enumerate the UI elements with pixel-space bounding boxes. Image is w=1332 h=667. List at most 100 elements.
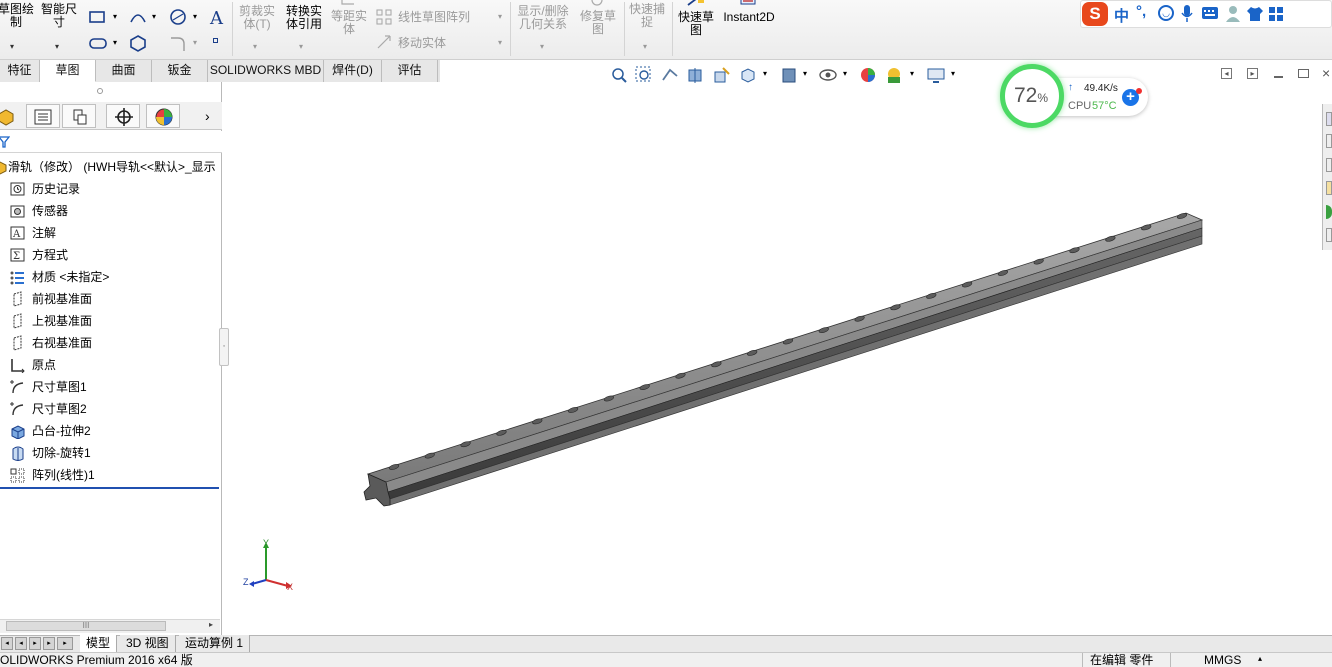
point-icon[interactable] (213, 38, 218, 43)
pane-right-icon[interactable]: ▸ (1247, 68, 1258, 79)
trim-entities-button[interactable]: 剪裁实 体(T) (236, 5, 278, 31)
tree-item[interactable]: 阵列(线性)1 (0, 464, 220, 486)
tree-item[interactable]: 前视基准面 (0, 288, 220, 310)
offset-entities-button[interactable]: 等距实 体 (328, 10, 370, 36)
repair-sketch-icon[interactable] (588, 0, 606, 8)
dimxpert-icon[interactable] (114, 107, 134, 127)
show-delete-relations-button[interactable]: 显示/删除 几何关系 (514, 5, 572, 31)
tree-item[interactable]: 尺寸草图2 (0, 398, 220, 420)
rapid-sketch-icon[interactable] (686, 0, 706, 8)
unit-system-selector[interactable]: MMGS (1204, 653, 1241, 667)
dropdown-arrow-icon[interactable]: ▾ (113, 12, 117, 21)
expand-chevron-icon[interactable]: › (205, 108, 210, 124)
dropdown-arrow-icon[interactable]: ▾ (498, 38, 502, 47)
rapid-sketch-button[interactable]: 快速草 图 (676, 11, 716, 37)
view-orientation-icon[interactable] (739, 66, 757, 84)
task-pane-explorer-icon[interactable] (1326, 181, 1332, 195)
tree-item[interactable]: Σ 方程式 (0, 244, 220, 266)
punctuation-icon[interactable]: °, (1136, 3, 1146, 20)
tree-item[interactable]: 右视基准面 (0, 332, 220, 354)
tree-item[interactable]: 切除-旋转1 (0, 442, 220, 464)
section-view-icon[interactable] (687, 66, 705, 84)
dropdown-arrow-icon[interactable]: ▾ (763, 69, 767, 78)
task-pane-properties-icon[interactable] (1326, 228, 1332, 242)
text-icon[interactable]: A (208, 6, 228, 28)
dropdown-arrow-icon[interactable]: ▾ (55, 42, 59, 51)
dropdown-arrow-icon[interactable]: ▾ (299, 42, 303, 51)
fillet-icon[interactable] (168, 34, 188, 52)
task-pane-home-icon[interactable] (1326, 112, 1332, 126)
close-icon[interactable]: × (1322, 65, 1330, 81)
dropdown-arrow-icon[interactable]: ▾ (498, 12, 502, 21)
instant2d-icon[interactable] (739, 0, 759, 8)
tab-scroll-next-icon[interactable]: ▸ (29, 637, 41, 650)
tree-item[interactable]: 历史记录 (0, 178, 220, 200)
slot-icon[interactable] (88, 35, 108, 51)
tab-surfaces[interactable]: 曲面 (96, 60, 152, 82)
convert-entities-button[interactable]: 转换实 体引用 (282, 5, 326, 31)
feature-manager-tab-icon[interactable] (0, 106, 16, 126)
tab-sheet-metal[interactable]: 钣金 (152, 60, 208, 82)
panel-collapse-handle[interactable]: ◦ (219, 328, 229, 366)
unit-dropdown-arrow-icon[interactable]: ▴ (1258, 654, 1262, 663)
rollback-bar[interactable] (0, 487, 219, 489)
zoom-to-fit-icon[interactable] (610, 66, 628, 84)
dropdown-arrow-icon[interactable]: ▾ (540, 42, 544, 51)
property-manager-icon[interactable] (33, 108, 53, 126)
tab-scroll-first-icon[interactable]: ◂ (1, 637, 13, 650)
sogou-logo-icon[interactable]: S (1082, 2, 1108, 26)
polygon-icon[interactable] (128, 34, 148, 52)
display-manager-icon[interactable] (154, 107, 174, 127)
scroll-right-arrow-icon[interactable]: ▸ (209, 620, 213, 629)
dropdown-arrow-icon[interactable]: ▾ (10, 42, 14, 51)
dropdown-arrow-icon[interactable]: ▾ (193, 38, 197, 47)
tab-scroll-last-icon[interactable]: ▸ (43, 637, 55, 650)
tab-motion-study[interactable]: 运动算例 1 (179, 635, 251, 652)
arc-icon[interactable] (128, 8, 148, 26)
system-monitor-widget[interactable]: 72% ↑ 49.4K/s CPU 57°C + (1000, 64, 1150, 128)
dropdown-arrow-icon[interactable]: ▾ (152, 12, 156, 21)
linear-sketch-pattern-button[interactable]: 线性草图阵列 (398, 11, 470, 24)
tree-item[interactable]: 尺寸草图1 (0, 376, 220, 398)
configuration-manager-icon[interactable] (71, 108, 89, 126)
move-entities-icon[interactable] (375, 33, 395, 51)
linear-pattern-icon[interactable] (375, 8, 395, 26)
tree-item[interactable]: 凸台-拉伸2 (0, 420, 220, 442)
dropdown-arrow-icon[interactable]: ▾ (803, 69, 807, 78)
move-entities-button[interactable]: 移动实体 (398, 37, 446, 50)
tab-sketch[interactable]: 草图 (40, 60, 96, 82)
dropdown-arrow-icon[interactable]: ▾ (951, 69, 955, 78)
emoji-icon[interactable]: ◡ (1158, 5, 1174, 21)
sketch-draw-button[interactable]: 草图绘 制 (0, 3, 36, 29)
zoom-to-area-icon[interactable] (635, 66, 653, 84)
tree-item[interactable]: 传感器 (0, 200, 220, 222)
tree-item[interactable]: A 注解 (0, 222, 220, 244)
task-pane-resources-icon[interactable] (1326, 134, 1332, 148)
apply-scene-icon[interactable] (885, 66, 903, 84)
previous-view-icon[interactable] (661, 66, 679, 84)
dropdown-arrow-icon[interactable]: ▾ (910, 69, 914, 78)
filter-icon[interactable] (0, 135, 10, 149)
skin-shirt-icon[interactable] (1246, 5, 1264, 23)
tab-features[interactable]: 特征 (0, 60, 40, 82)
repair-sketch-button[interactable]: 修复草 图 (576, 10, 620, 36)
restore-icon[interactable] (1298, 69, 1309, 78)
instant2d-button[interactable]: Instant2D (722, 11, 776, 24)
tab-weldments[interactable]: 焊件(D) (324, 60, 382, 82)
display-style-icon[interactable] (780, 66, 798, 84)
tab-model[interactable]: 模型 (80, 635, 118, 652)
dropdown-arrow-icon[interactable]: ▾ (253, 42, 257, 51)
tab-evaluate[interactable]: 评估 (382, 60, 438, 82)
hide-show-items-icon[interactable] (818, 66, 838, 84)
tab-scroll-end-icon[interactable]: ▸ (57, 637, 73, 650)
tree-item[interactable]: 材质 <未指定> (0, 266, 220, 288)
dynamic-annotation-icon[interactable] (713, 66, 731, 84)
view-settings-icon[interactable] (926, 66, 946, 84)
minimize-icon[interactable] (1274, 76, 1283, 78)
microphone-icon[interactable] (1180, 4, 1194, 24)
keyboard-icon[interactable] (1201, 6, 1219, 20)
dropdown-arrow-icon[interactable]: ▾ (113, 38, 117, 47)
pane-left-icon[interactable]: ◂ (1221, 68, 1232, 79)
offset-entities-icon[interactable] (339, 0, 357, 7)
tree-filter-bar[interactable] (0, 131, 222, 153)
